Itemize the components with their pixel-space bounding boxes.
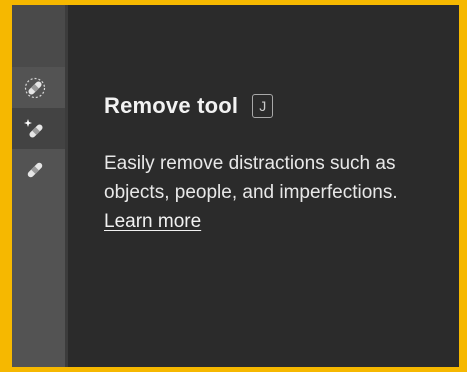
toolbar-divider: [65, 5, 68, 367]
app-window: Remove tool J Easily remove distractions…: [12, 5, 459, 367]
sparkle-bandage-icon: [24, 118, 46, 140]
tool-tip-popover: Remove tool J Easily remove distractions…: [104, 93, 456, 236]
bandage-icon: [24, 159, 46, 181]
toolbar-header: [12, 5, 65, 67]
tool-healing-brush[interactable]: [12, 149, 65, 190]
tools-panel: [12, 5, 65, 367]
spot-bandage-icon: [24, 77, 46, 99]
learn-more-link[interactable]: Learn more: [104, 207, 201, 236]
tool-group: [12, 67, 65, 190]
keyboard-shortcut-badge: J: [252, 94, 274, 118]
popover-title: Remove tool: [104, 93, 239, 118]
tool-spot-healing[interactable]: [12, 67, 65, 108]
tool-remove[interactable]: [12, 108, 65, 149]
popover-description: Easily remove distractions such as objec…: [104, 153, 398, 203]
popover-header: Remove tool J: [104, 93, 456, 119]
